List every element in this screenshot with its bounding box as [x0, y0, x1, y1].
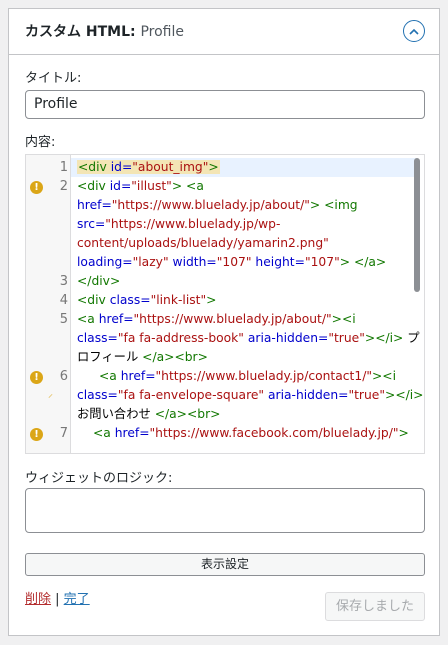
- link-separator: |: [51, 592, 64, 607]
- code-line: class="fa fa-address-book" aria-hidden="…: [77, 331, 420, 345]
- line-number: 7: [59, 426, 68, 441]
- code-line: <div id="illust"> <a: [77, 179, 204, 193]
- custom-html-widget: カスタム HTML: Profile タイトル: Profile 内容: 1 2…: [8, 8, 440, 636]
- code-line: お問い合わせ </a><br>: [77, 407, 221, 421]
- code-line: <a href="https://www.bluelady.jp/about/"…: [77, 312, 356, 326]
- code-line: <div id="about_img">: [77, 160, 220, 174]
- logic-textarea[interactable]: [25, 488, 425, 533]
- chevron-up-icon[interactable]: [403, 20, 425, 42]
- title-input[interactable]: Profile: [25, 90, 425, 119]
- code-line: content/uploads/bluelady/yamarin2.png": [77, 236, 329, 250]
- code-line: class="fa fa-envelope-square" aria-hidde…: [77, 388, 424, 402]
- line-number: 3: [59, 274, 68, 289]
- widget-header[interactable]: カスタム HTML: Profile: [9, 9, 439, 55]
- line-number: 2: [59, 179, 68, 194]
- code-line: loading="lazy" width="107" height="107">…: [77, 255, 387, 269]
- code-line: <a href="https://www.bluelady.jp/contact…: [99, 369, 397, 383]
- warning-icon[interactable]: !: [30, 371, 43, 384]
- code-line: ロフィール </a><br>: [77, 350, 208, 364]
- logic-label: ウィジェットのロジック:: [25, 471, 173, 486]
- code-line: </div>: [77, 274, 121, 288]
- code-scrollbar[interactable]: [414, 158, 420, 292]
- code-line: <div class="link-list">: [77, 293, 217, 307]
- widget-title: カスタム HTML: Profile: [25, 23, 184, 41]
- code-line: <a href="https://www.facebook.com/bluela…: [93, 426, 409, 440]
- code-line: src="https://www.bluelady.jp/wp-: [77, 217, 281, 231]
- line-number: 5: [59, 312, 68, 327]
- code-editor[interactable]: 1 2 3 4 5 6 7 ! ! ! ⸝ <div id="about_img…: [25, 154, 425, 454]
- line-number: 6: [59, 369, 68, 384]
- widget-subtitle: Profile: [140, 24, 184, 40]
- delete-link[interactable]: 削除: [25, 592, 51, 607]
- display-settings-button[interactable]: 表示設定: [25, 553, 425, 576]
- lint-tick-icon: ⸝: [48, 389, 53, 400]
- widget-type: カスタム HTML:: [25, 24, 136, 40]
- line-number: 4: [59, 293, 68, 308]
- done-link[interactable]: 完了: [64, 592, 90, 607]
- content-label: 内容:: [25, 135, 56, 150]
- title-label: タイトル:: [25, 71, 82, 86]
- saved-button[interactable]: 保存しました: [325, 592, 425, 621]
- code-line: href="https://www.bluelady.jp/about/"> <…: [77, 198, 358, 212]
- footer-actions: 削除 | 完了: [25, 592, 90, 608]
- warning-icon[interactable]: !: [30, 428, 43, 441]
- line-number: 1: [59, 160, 68, 175]
- warning-icon[interactable]: !: [30, 181, 43, 194]
